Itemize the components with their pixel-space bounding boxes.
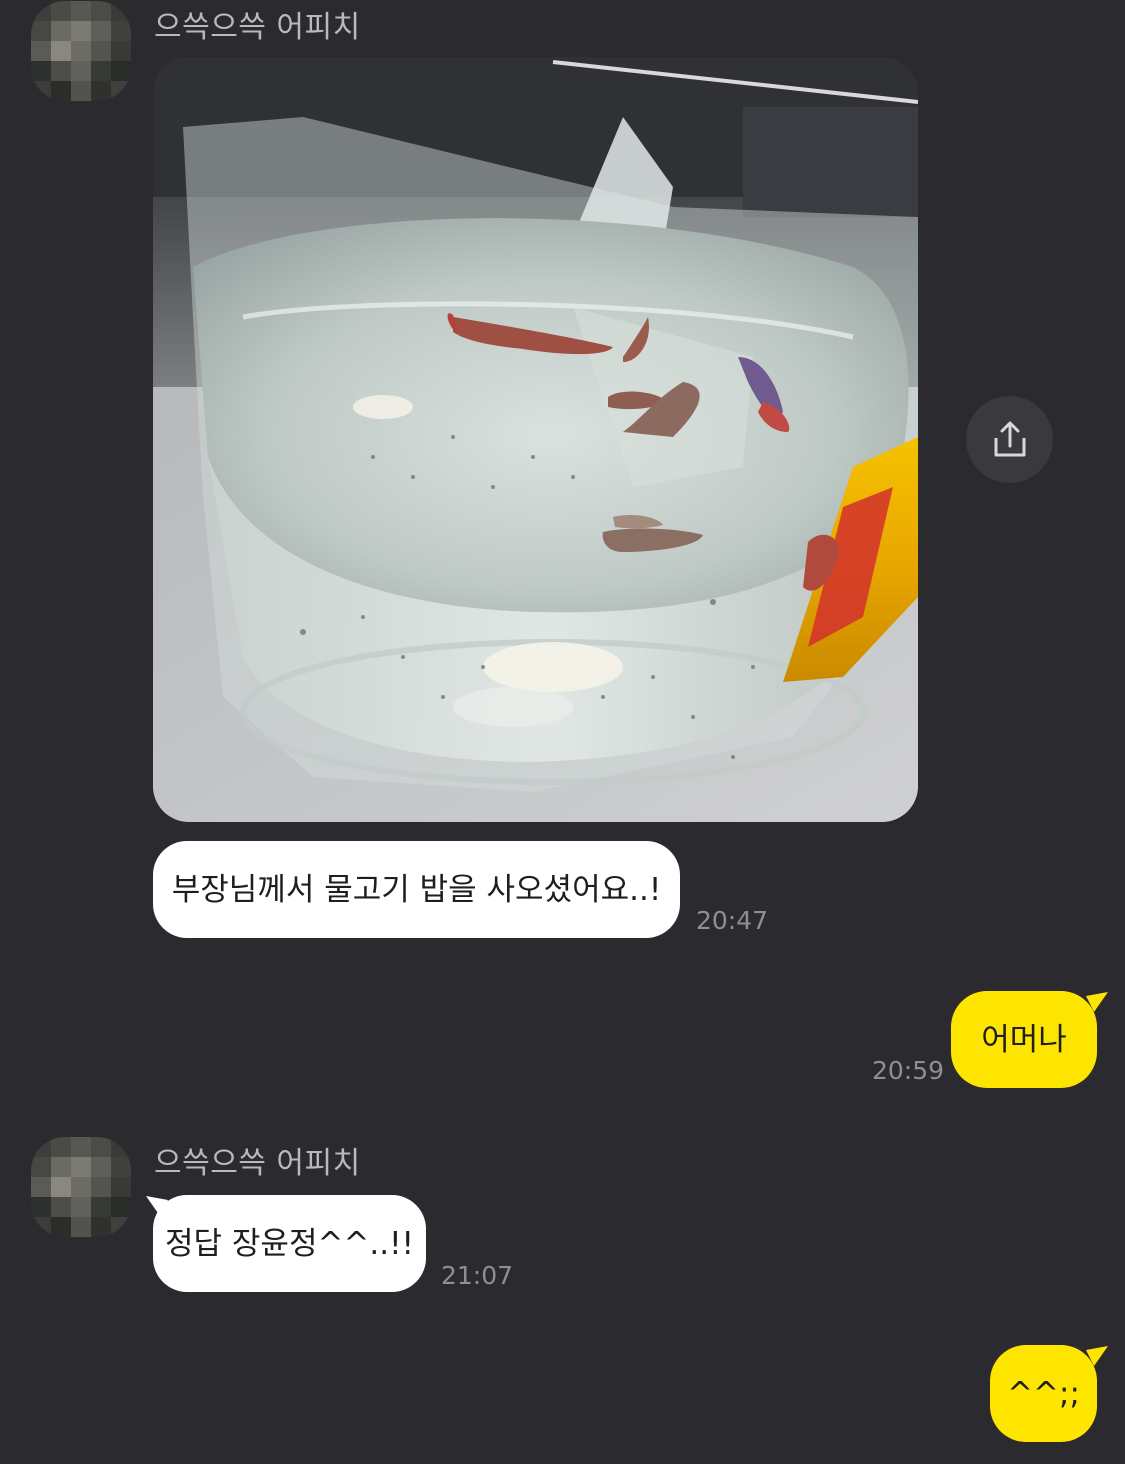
sender-avatar[interactable] [31, 1137, 131, 1237]
sender-avatar[interactable] [31, 1, 131, 101]
fish-in-cup-photo [153, 57, 918, 822]
message-text: ^^;; [1007, 1375, 1080, 1412]
incoming-message-bubble[interactable]: 부장님께서 물고기 밥을 사오셨어요..! [153, 841, 680, 938]
photo-message[interactable] [153, 57, 918, 822]
message-text: 어머나 [981, 1021, 1067, 1058]
share-button[interactable] [966, 396, 1053, 483]
outgoing-message-bubble[interactable]: ^^;; [990, 1345, 1097, 1442]
outgoing-bubble-tail [1086, 992, 1108, 1012]
share-icon [994, 421, 1025, 456]
message-timestamp: 21:07 [441, 1261, 514, 1290]
outgoing-message-bubble[interactable]: 어머나 [951, 991, 1097, 1088]
message-text: 정답 장윤정^^..!! [165, 1225, 414, 1262]
sender-name: 으쓱으쓱 어피치 [154, 1146, 361, 1181]
incoming-message-bubble[interactable]: 정답 장윤정^^..!! [153, 1195, 426, 1292]
outgoing-bubble-tail [1086, 1346, 1108, 1366]
sender-name: 으쓱으쓱 어피치 [154, 10, 361, 45]
message-timestamp: 20:59 [872, 1056, 945, 1085]
message-timestamp: 20:47 [696, 906, 769, 935]
message-text: 부장님께서 물고기 밥을 사오셨어요..! [171, 871, 662, 908]
